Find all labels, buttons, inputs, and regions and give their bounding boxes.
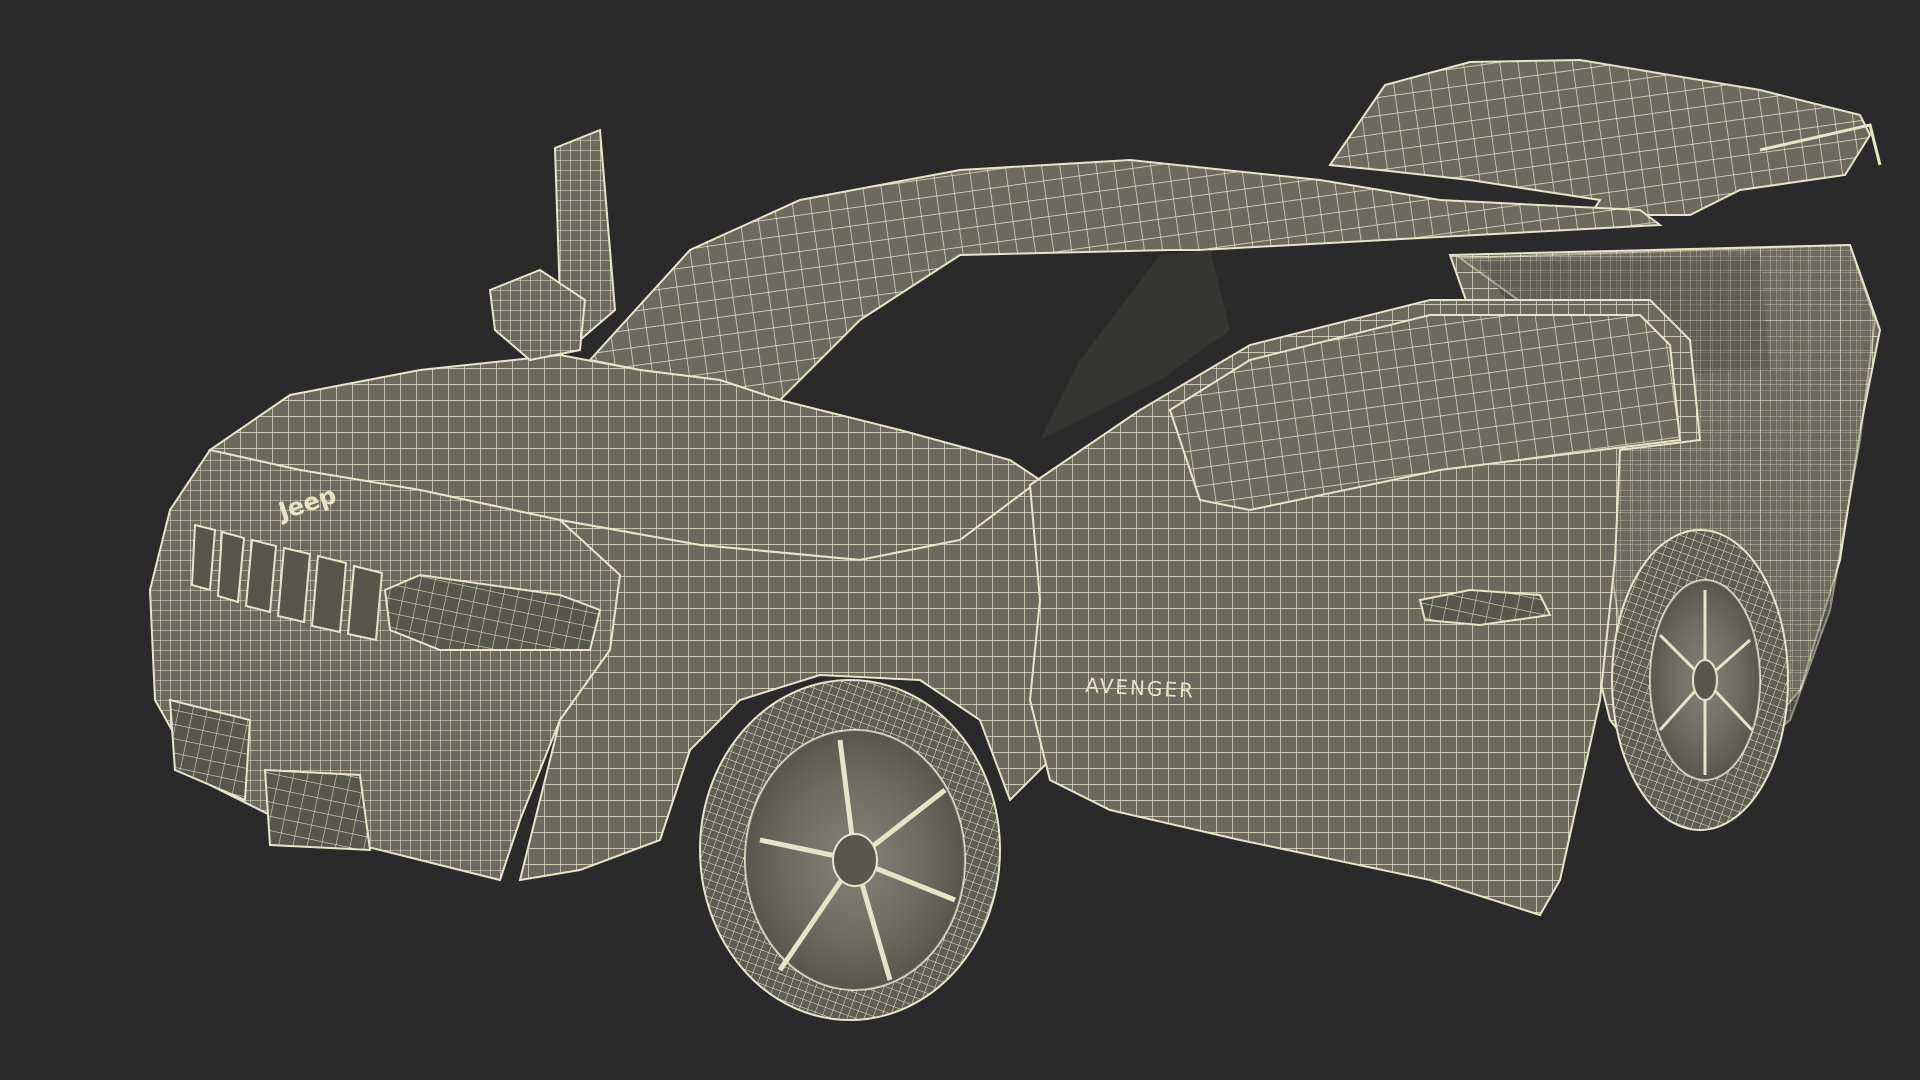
wireframe-render: Jeep AVENGER [148, 58, 1882, 1021]
front-wheel [699, 679, 1001, 1021]
open-tailgate [1328, 58, 1872, 216]
left-side-mirror [488, 128, 617, 362]
lower-intake [263, 768, 372, 852]
rear-wheel [1611, 529, 1789, 831]
